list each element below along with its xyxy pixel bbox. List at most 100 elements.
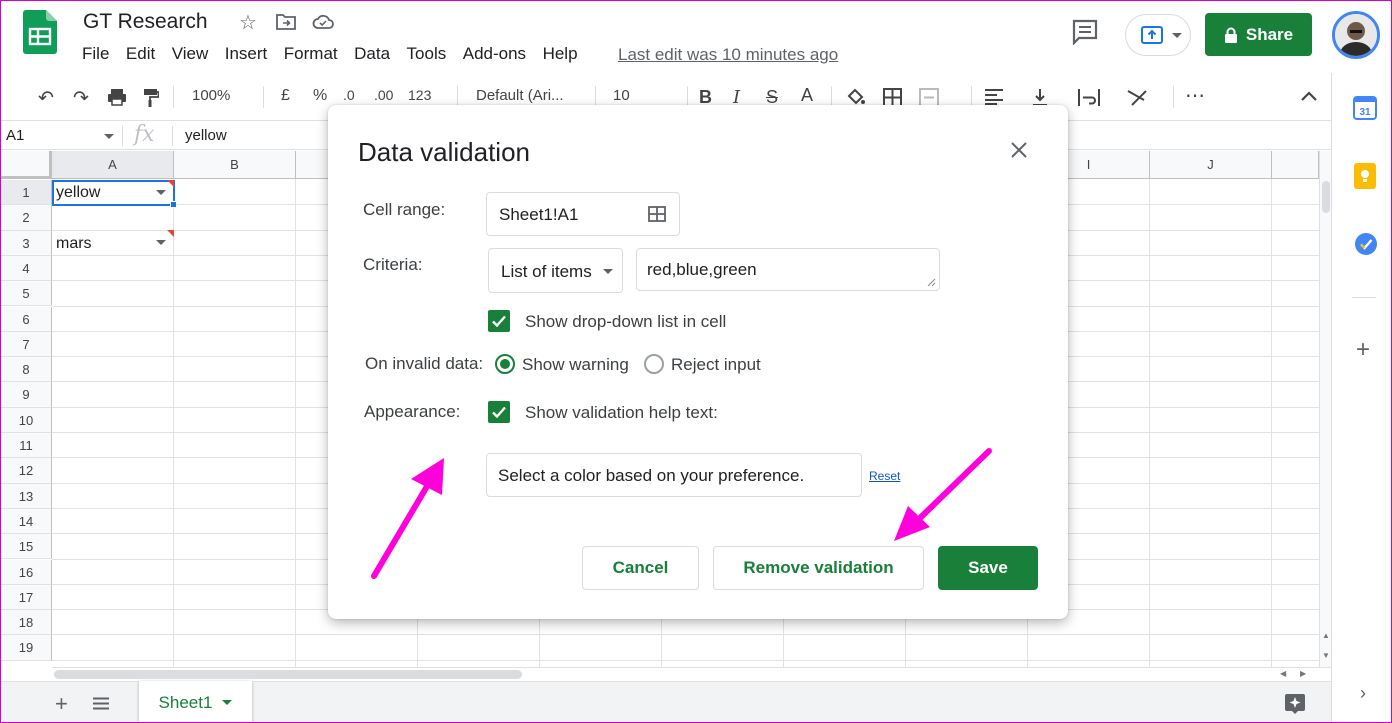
scroll-right-icon[interactable]: ▶ [1300, 669, 1306, 678]
row-header-11[interactable]: 11 [1, 433, 52, 459]
sheet-tab[interactable]: Sheet1 [139, 681, 252, 722]
star-icon[interactable]: ☆ [239, 10, 257, 35]
cell-a1[interactable]: yellow [56, 184, 100, 202]
row-header-7[interactable]: 7 [1, 331, 52, 358]
column-header-b[interactable]: B [174, 151, 296, 179]
menu-addons[interactable]: Add-ons [463, 44, 526, 66]
fill-handle[interactable] [170, 201, 177, 208]
criteria-type-select[interactable]: List of items [488, 248, 623, 293]
all-sheets-icon[interactable] [93, 697, 109, 710]
horizontal-scrollbar[interactable]: ◀ ▶ [52, 667, 1331, 681]
last-edit-link[interactable]: Last edit was 10 minutes ago [618, 45, 838, 65]
row-header-12[interactable]: 12 [1, 458, 52, 484]
row-header-18[interactable]: 18 [1, 610, 52, 636]
cell-range-input[interactable]: Sheet1!A1 [486, 192, 680, 236]
avatar[interactable] [1332, 11, 1380, 59]
reject-input-radio[interactable] [644, 354, 664, 374]
vertical-scrollbar[interactable]: ▲ ▼ [1319, 151, 1331, 667]
menu-edit[interactable]: Edit [126, 44, 155, 66]
close-icon[interactable] [1008, 139, 1030, 161]
criteria-values-input[interactable]: red,blue,green [636, 248, 940, 291]
resize-handle-icon[interactable] [926, 277, 936, 287]
move-folder-icon[interactable] [276, 13, 296, 31]
scroll-down-icon[interactable]: ▼ [1322, 651, 1330, 660]
align-left-icon[interactable] [985, 89, 1003, 105]
show-help-text-checkbox[interactable] [488, 401, 510, 423]
column-header-k[interactable] [1272, 151, 1319, 179]
add-sheet-icon[interactable]: + [55, 691, 68, 717]
more-icon[interactable]: ⋯ [1185, 83, 1205, 108]
comment-history-icon[interactable] [1071, 19, 1099, 45]
menu-format[interactable]: Format [284, 44, 338, 66]
row-header-13[interactable]: 13 [1, 483, 52, 509]
row-header-3[interactable]: 3 [1, 230, 52, 256]
fill-color-icon[interactable] [846, 87, 866, 107]
sheets-logo[interactable] [23, 10, 57, 54]
row-header-9[interactable]: 9 [1, 382, 52, 408]
cloud-status-icon[interactable] [312, 13, 334, 29]
share-button[interactable]: Share [1205, 13, 1312, 56]
help-text-input[interactable]: Select a color based on your preference. [486, 453, 862, 497]
keep-icon[interactable] [1354, 163, 1376, 189]
row-header-10[interactable]: 10 [1, 407, 52, 433]
column-header-j[interactable]: J [1150, 151, 1272, 179]
explore-icon[interactable] [1284, 693, 1306, 715]
cell-dropdown-icon[interactable] [156, 190, 166, 195]
remove-validation-button[interactable]: Remove validation [713, 546, 924, 590]
percent-format-button[interactable]: % [313, 87, 327, 105]
menu-tools[interactable]: Tools [407, 44, 447, 66]
more-formats-button[interactable]: 123 [408, 87, 431, 103]
row-header-17[interactable]: 17 [1, 584, 52, 611]
show-warning-radio[interactable] [495, 354, 515, 374]
select-range-icon[interactable] [648, 206, 666, 222]
reset-link[interactable]: Reset [869, 469, 900, 483]
column-header-a[interactable]: A [52, 151, 174, 179]
scroll-thumb[interactable] [1322, 181, 1330, 213]
scroll-left-icon[interactable]: ◀ [1280, 669, 1286, 678]
row-header-19[interactable]: 19 [1, 635, 52, 661]
currency-format-button[interactable]: £ [281, 87, 290, 105]
row-header-1[interactable]: 1 [1, 180, 52, 206]
decrease-decimal-button[interactable]: .0 [343, 87, 355, 103]
collapse-toolbar-icon[interactable] [1301, 91, 1317, 101]
tasks-icon[interactable] [1354, 232, 1378, 256]
document-title[interactable]: GT Research [83, 10, 208, 34]
row-header-6[interactable]: 6 [1, 306, 52, 332]
formula-input[interactable]: yellow [185, 127, 227, 144]
paint-format-icon[interactable] [143, 88, 159, 108]
row-header-14[interactable]: 14 [1, 508, 52, 535]
scroll-up-icon[interactable]: ▲ [1322, 631, 1330, 640]
zoom-select[interactable]: 100% [192, 87, 230, 104]
row-header-2[interactable]: 2 [1, 205, 52, 231]
name-box[interactable]: A1 [6, 127, 24, 144]
save-button[interactable]: Save [938, 546, 1038, 590]
cell-dropdown-icon[interactable] [156, 240, 166, 245]
font-family-select[interactable]: Default (Ari... [476, 87, 564, 104]
undo-icon[interactable]: ↶ [38, 87, 54, 110]
select-all-corner[interactable] [1, 151, 52, 179]
cell-a3[interactable]: mars [56, 235, 92, 253]
row-header-8[interactable]: 8 [1, 357, 52, 383]
menu-file[interactable]: File [82, 44, 109, 66]
font-size-select[interactable]: 10 [613, 87, 630, 104]
row-header-5[interactable]: 5 [1, 281, 52, 307]
calendar-icon[interactable]: 31 [1353, 96, 1377, 120]
present-button[interactable] [1125, 14, 1191, 56]
menu-help[interactable]: Help [543, 44, 578, 66]
add-addon-icon[interactable]: + [1356, 336, 1370, 364]
row-header-15[interactable]: 15 [1, 534, 52, 560]
text-rotation-icon[interactable] [1126, 88, 1148, 107]
menu-view[interactable]: View [172, 44, 209, 66]
row-header-4[interactable]: 4 [1, 255, 52, 282]
row-header-16[interactable]: 16 [1, 559, 52, 585]
show-dropdown-checkbox[interactable] [488, 310, 510, 332]
text-wrap-icon[interactable] [1078, 88, 1100, 107]
cancel-button[interactable]: Cancel [582, 546, 699, 590]
print-icon[interactable] [107, 88, 127, 106]
redo-icon[interactable]: ↷ [73, 87, 89, 110]
increase-decimal-button[interactable]: .00 [374, 87, 393, 103]
expand-panel-icon[interactable]: › [1360, 683, 1366, 704]
menu-data[interactable]: Data [354, 44, 390, 66]
text-color-button[interactable]: A [801, 85, 813, 106]
scroll-thumb[interactable] [54, 670, 522, 679]
